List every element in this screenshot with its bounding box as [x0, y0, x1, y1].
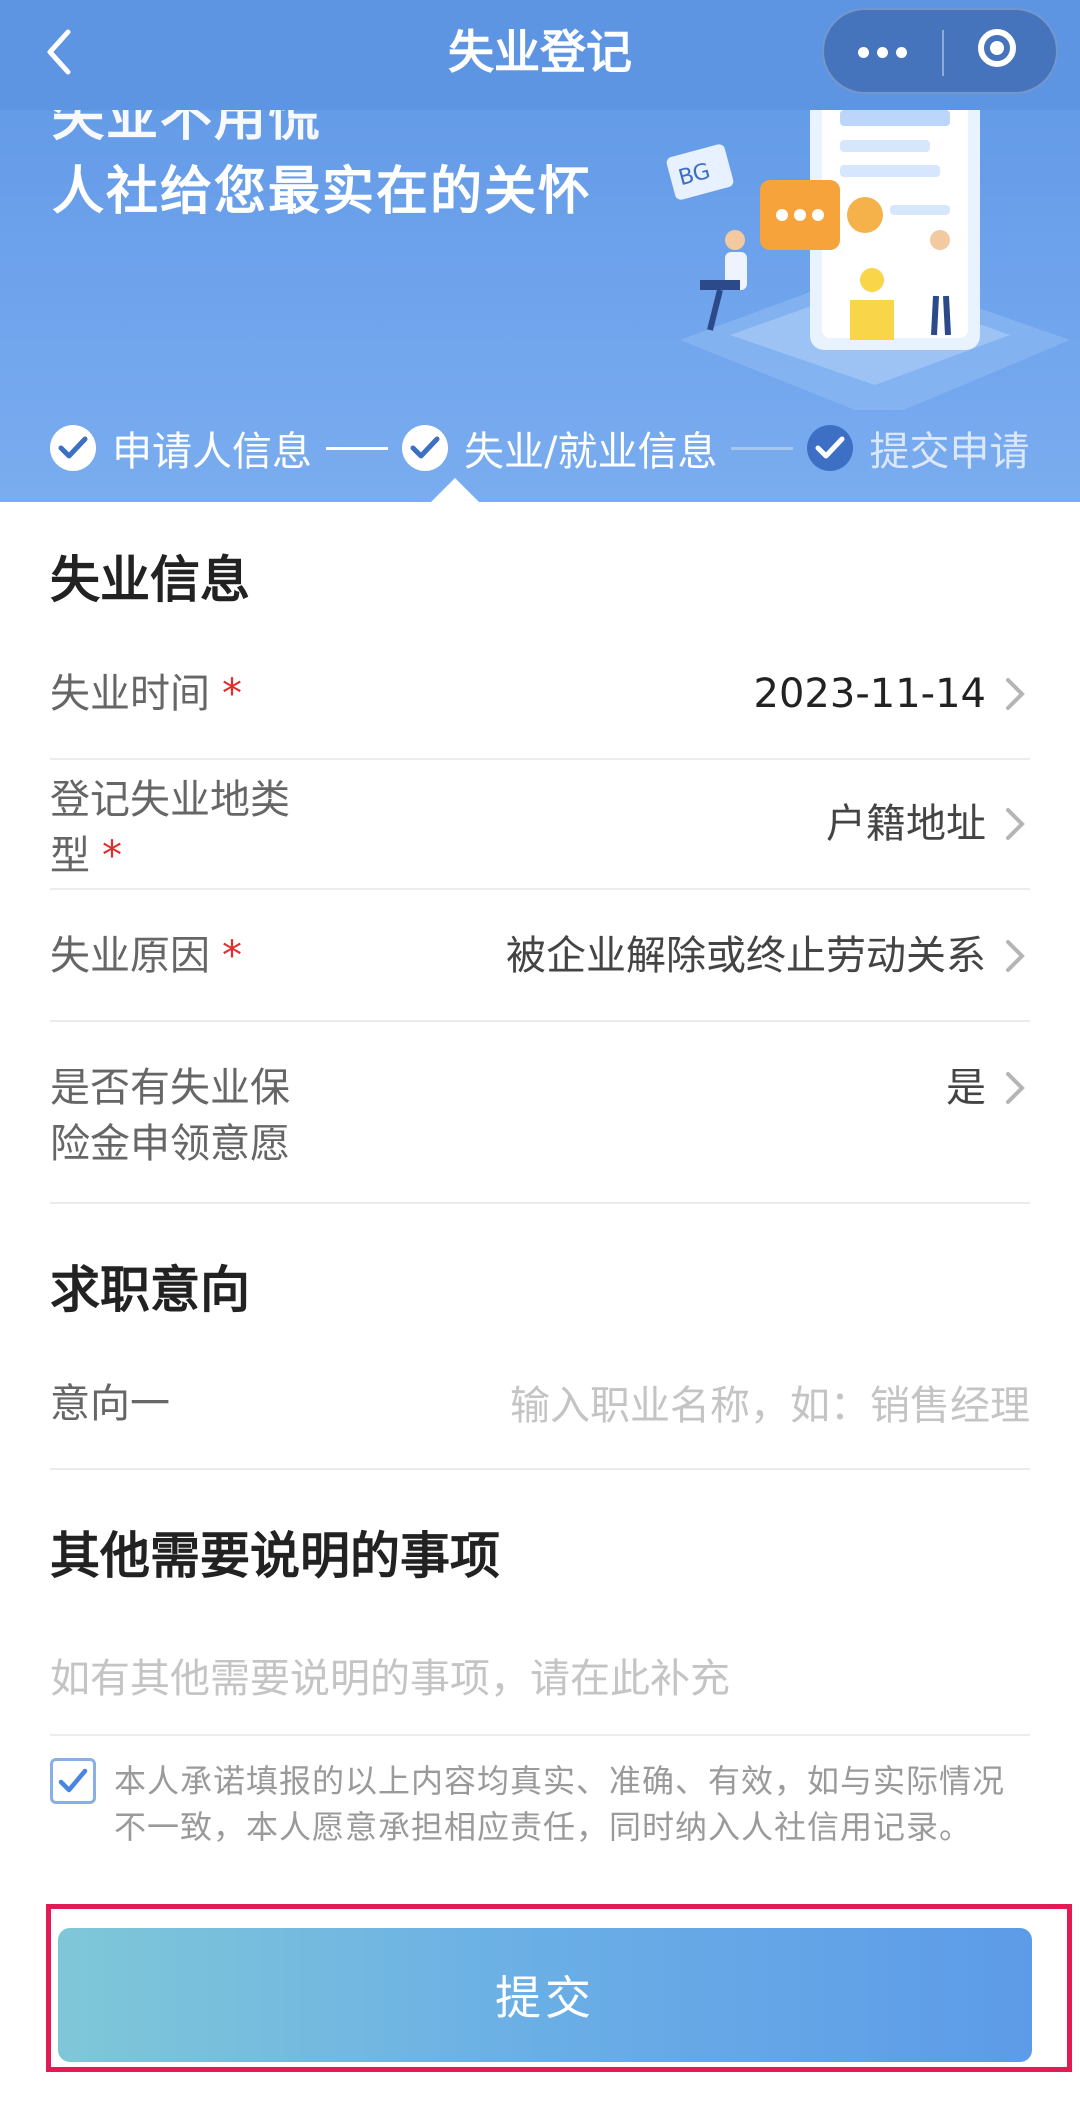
- step-applicant-info: 申请人信息: [50, 419, 312, 477]
- row-label: 失业原因: [50, 933, 210, 979]
- more-dots-icon: [858, 47, 869, 58]
- navigation-bar: 失业登记: [0, 0, 1080, 110]
- checkmark-icon: [58, 1768, 88, 1793]
- submit-button[interactable]: 提交: [58, 1928, 1032, 2062]
- check-circle-icon: [807, 425, 854, 471]
- step-connector: [731, 446, 794, 450]
- required-mark: *: [102, 833, 122, 879]
- section-title-other-notes: 其他需要说明的事项: [50, 1527, 500, 1585]
- agreement-checkbox[interactable]: [50, 1758, 96, 1804]
- check-circle-icon: [50, 425, 96, 471]
- step-label: 申请人信息: [112, 429, 312, 475]
- chevron-left-icon: [47, 29, 71, 75]
- row-unemployment-date[interactable]: 失业时间 * 2023-11-14: [50, 628, 1030, 760]
- row-insurance-claim-intent[interactable]: 是否有失业保险金申领意愿 是: [50, 1022, 1030, 1204]
- row-unemployment-reason[interactable]: 失业原因 * 被企业解除或终止劳动关系: [50, 890, 1030, 1022]
- check-circle-icon: [402, 425, 448, 471]
- step-employment-info: 失业/就业信息: [402, 419, 717, 477]
- row-label: 登记失业地类型: [50, 777, 290, 879]
- step-connector: [326, 446, 388, 450]
- chevron-right-icon: [1006, 1072, 1025, 1104]
- job-intention-input[interactable]: [390, 1378, 1030, 1434]
- chevron-right-icon: [1006, 678, 1025, 710]
- chevron-right-icon: [1006, 808, 1025, 840]
- mini-program-capsule: [822, 8, 1058, 94]
- progress-steps: 申请人信息 失业/就业信息 提交申请: [50, 420, 1029, 476]
- row-label: 是否有失业保险金申领意愿: [50, 1065, 290, 1167]
- slogan-line-2: 人社给您最实在的关怀: [52, 162, 593, 222]
- step-label: 失业/就业信息: [464, 429, 718, 475]
- close-mini-program-button[interactable]: [944, 10, 1056, 92]
- agreement: 本人承诺填报的以上内容均真实、准确、有效，如与实际情况不一致，本人愿意承担相应责…: [50, 1758, 1030, 1868]
- row-job-intention-1: 意向一: [50, 1340, 1030, 1470]
- more-button[interactable]: [824, 10, 942, 92]
- row-label: 失业时间: [50, 671, 210, 717]
- step-submit-application: 提交申请: [807, 419, 1029, 477]
- required-mark: *: [222, 933, 242, 979]
- section-title-job-intention: 求职意向: [50, 1261, 250, 1319]
- other-notes-textarea[interactable]: [50, 1646, 1030, 1706]
- agreement-text: 本人承诺填报的以上内容均真实、准确、有效，如与实际情况不一致，本人愿意承担相应责…: [114, 1762, 1006, 1846]
- chevron-right-icon: [1006, 940, 1025, 972]
- row-value: 2023-11-14: [753, 671, 986, 717]
- banner-illustration: BG: [666, 90, 1070, 410]
- row-value: 被企业解除或终止劳动关系: [506, 933, 986, 979]
- step-pointer: [431, 478, 479, 502]
- row-other-notes: [50, 1632, 1030, 1736]
- row-value: 户籍地址: [826, 801, 986, 847]
- section-title-unemployment: 失业信息: [50, 551, 250, 609]
- step-label: 提交申请: [869, 429, 1030, 475]
- back-button[interactable]: [36, 22, 96, 82]
- required-mark: *: [222, 671, 242, 717]
- row-value: 是: [946, 1065, 986, 1111]
- row-registration-location-type[interactable]: 登记失业地类型 * 户籍地址: [50, 760, 1030, 890]
- row-label: 意向一: [50, 1381, 170, 1427]
